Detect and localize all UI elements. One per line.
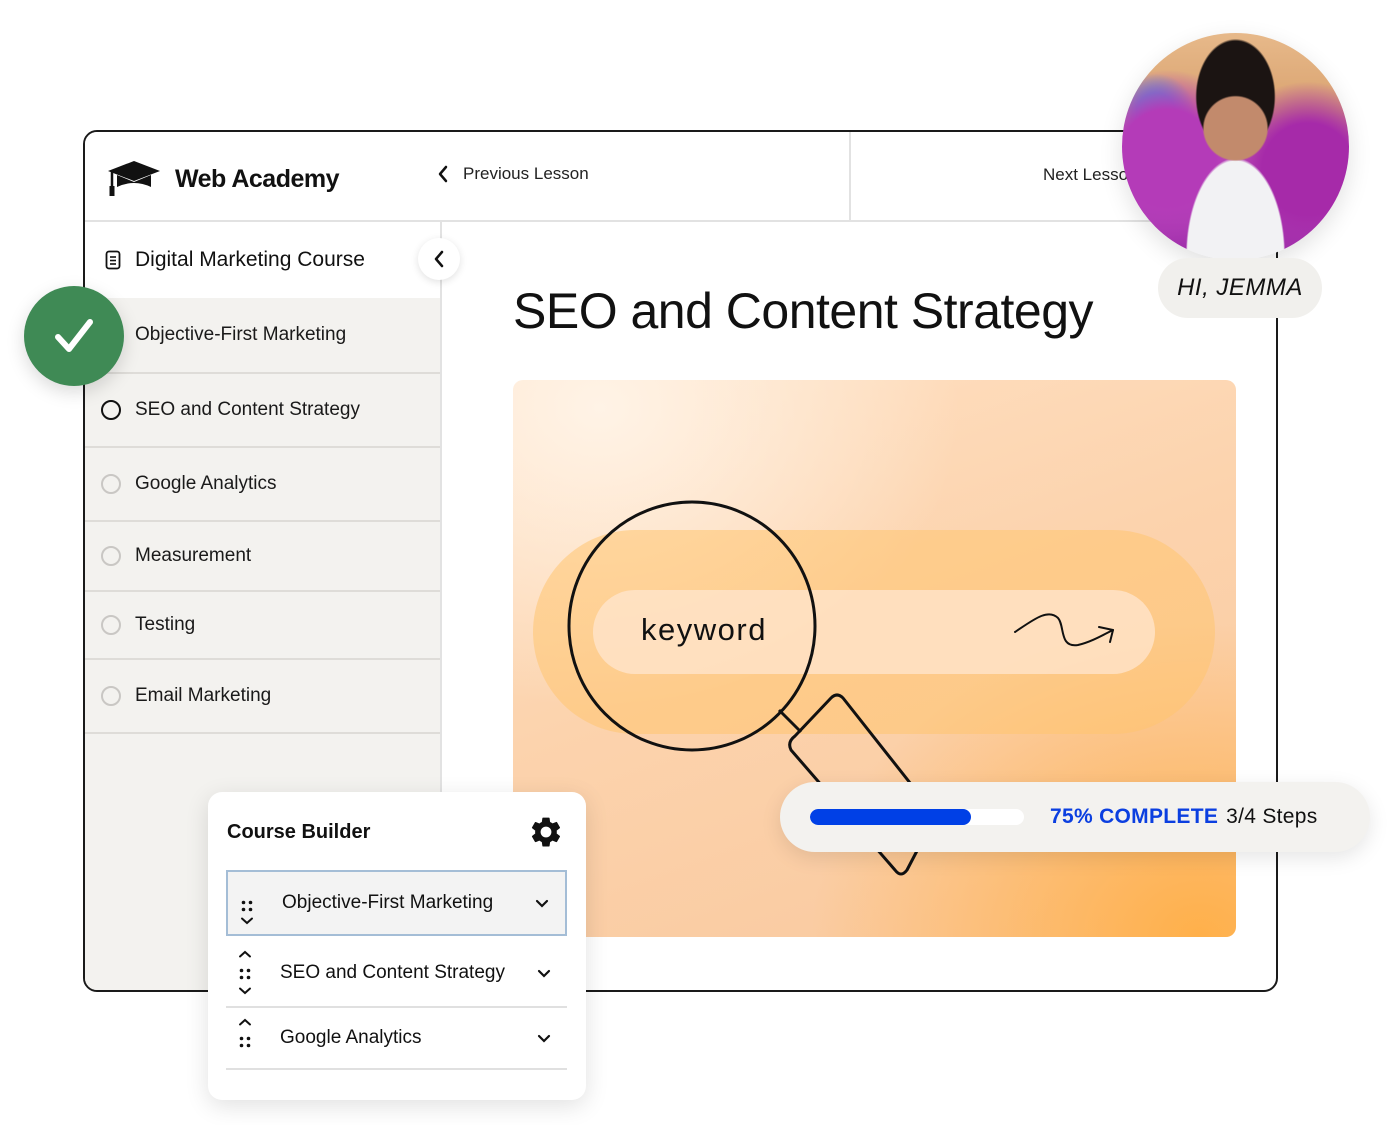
course-title-text: Digital Marketing Course xyxy=(135,248,365,271)
lesson-label: SEO and Content Strategy xyxy=(135,399,360,420)
lesson-title: SEO and Content Strategy xyxy=(513,283,1094,339)
chevron-down-icon[interactable] xyxy=(537,1034,551,1043)
empty-circle-icon xyxy=(101,474,121,494)
move-up-icon[interactable] xyxy=(238,950,252,958)
course-title: Digital Marketing Course xyxy=(85,222,440,298)
builder-item-label: Google Analytics xyxy=(280,1027,422,1048)
search-keyword: keyword xyxy=(641,612,767,647)
header-divider xyxy=(849,132,851,222)
move-down-icon[interactable] xyxy=(240,917,254,925)
user-greeting: HI, JEMMA xyxy=(1158,258,1322,318)
move-down-icon[interactable] xyxy=(238,987,252,995)
move-up-icon[interactable] xyxy=(238,1018,252,1026)
lesson-label: Testing xyxy=(135,614,196,635)
graduation-cap-icon xyxy=(108,161,160,196)
lesson-label: Objective-First Marketing xyxy=(135,324,347,345)
lesson-label: Email Marketing xyxy=(135,685,272,706)
empty-circle-icon xyxy=(101,615,121,635)
lesson-completed-badge xyxy=(24,286,124,386)
builder-item-google-analytics[interactable]: Google Analytics xyxy=(226,1008,567,1070)
gear-icon[interactable] xyxy=(528,814,564,850)
lesson-item-email-marketing[interactable]: Email Marketing xyxy=(85,660,440,734)
top-header: Web Academy Previous Lesson Next Lesson xyxy=(85,132,1276,222)
checkmark-icon xyxy=(55,319,93,352)
builder-item-label: Objective-First Marketing xyxy=(282,892,494,913)
lesson-label: Measurement xyxy=(135,545,252,566)
drag-dots-icon xyxy=(239,968,251,980)
brand-name: Web Academy xyxy=(175,164,340,193)
course-progress: 75% COMPLETE 3/4 Steps xyxy=(780,782,1370,852)
empty-circle-icon xyxy=(101,546,121,566)
lesson-item-seo-and-content-strategy[interactable]: SEO and Content Strategy xyxy=(85,374,440,448)
chevron-down-icon[interactable] xyxy=(537,969,551,978)
builder-item-objective-first-marketing[interactable]: Objective-First Marketing xyxy=(226,870,567,936)
progress-steps: 3/4 Steps xyxy=(1226,805,1318,828)
previous-lesson-button[interactable]: Previous Lesson xyxy=(437,164,589,184)
empty-circle-icon xyxy=(101,686,121,706)
chevron-down-icon[interactable] xyxy=(535,899,549,908)
progress-percent: 75% COMPLETE xyxy=(1050,805,1219,828)
lesson-hero-image: keyword xyxy=(513,380,1236,937)
builder-item-seo-and-content-strategy[interactable]: SEO and Content Strategy xyxy=(226,940,567,1008)
course-builder-panel: Course Builder Objective-First Marketing… xyxy=(208,792,586,1100)
progress-label: 75% COMPLETE 3/4 Steps xyxy=(1050,805,1318,829)
drag-dots-icon xyxy=(241,900,253,912)
current-lesson-circle-icon xyxy=(101,400,121,420)
user-avatar[interactable] xyxy=(1122,33,1349,260)
progress-bar-fill xyxy=(810,809,971,825)
lesson-label: Google Analytics xyxy=(135,473,277,494)
drag-handle[interactable] xyxy=(226,1008,266,1068)
lesson-item-testing[interactable]: Testing xyxy=(85,592,440,660)
progress-bar xyxy=(810,809,1024,825)
chevron-left-icon xyxy=(438,165,448,183)
drag-handle[interactable] xyxy=(228,872,268,934)
lesson-item-measurement[interactable]: Measurement xyxy=(85,522,440,592)
brand[interactable]: Web Academy xyxy=(107,159,340,199)
course-builder-title: Course Builder xyxy=(227,821,371,843)
collapse-sidebar-button[interactable] xyxy=(418,238,460,280)
previous-lesson-label: Previous Lesson xyxy=(463,164,589,183)
lesson-item-objective-first-marketing[interactable]: Objective-First Marketing xyxy=(85,298,440,374)
document-icon xyxy=(105,250,121,270)
drag-handle[interactable] xyxy=(226,940,266,1006)
search-illustration xyxy=(533,500,1215,876)
lesson-item-google-analytics[interactable]: Google Analytics xyxy=(85,448,440,522)
builder-item-label: SEO and Content Strategy xyxy=(280,962,505,983)
drag-dots-icon xyxy=(239,1036,251,1048)
chevron-left-icon xyxy=(434,250,444,268)
